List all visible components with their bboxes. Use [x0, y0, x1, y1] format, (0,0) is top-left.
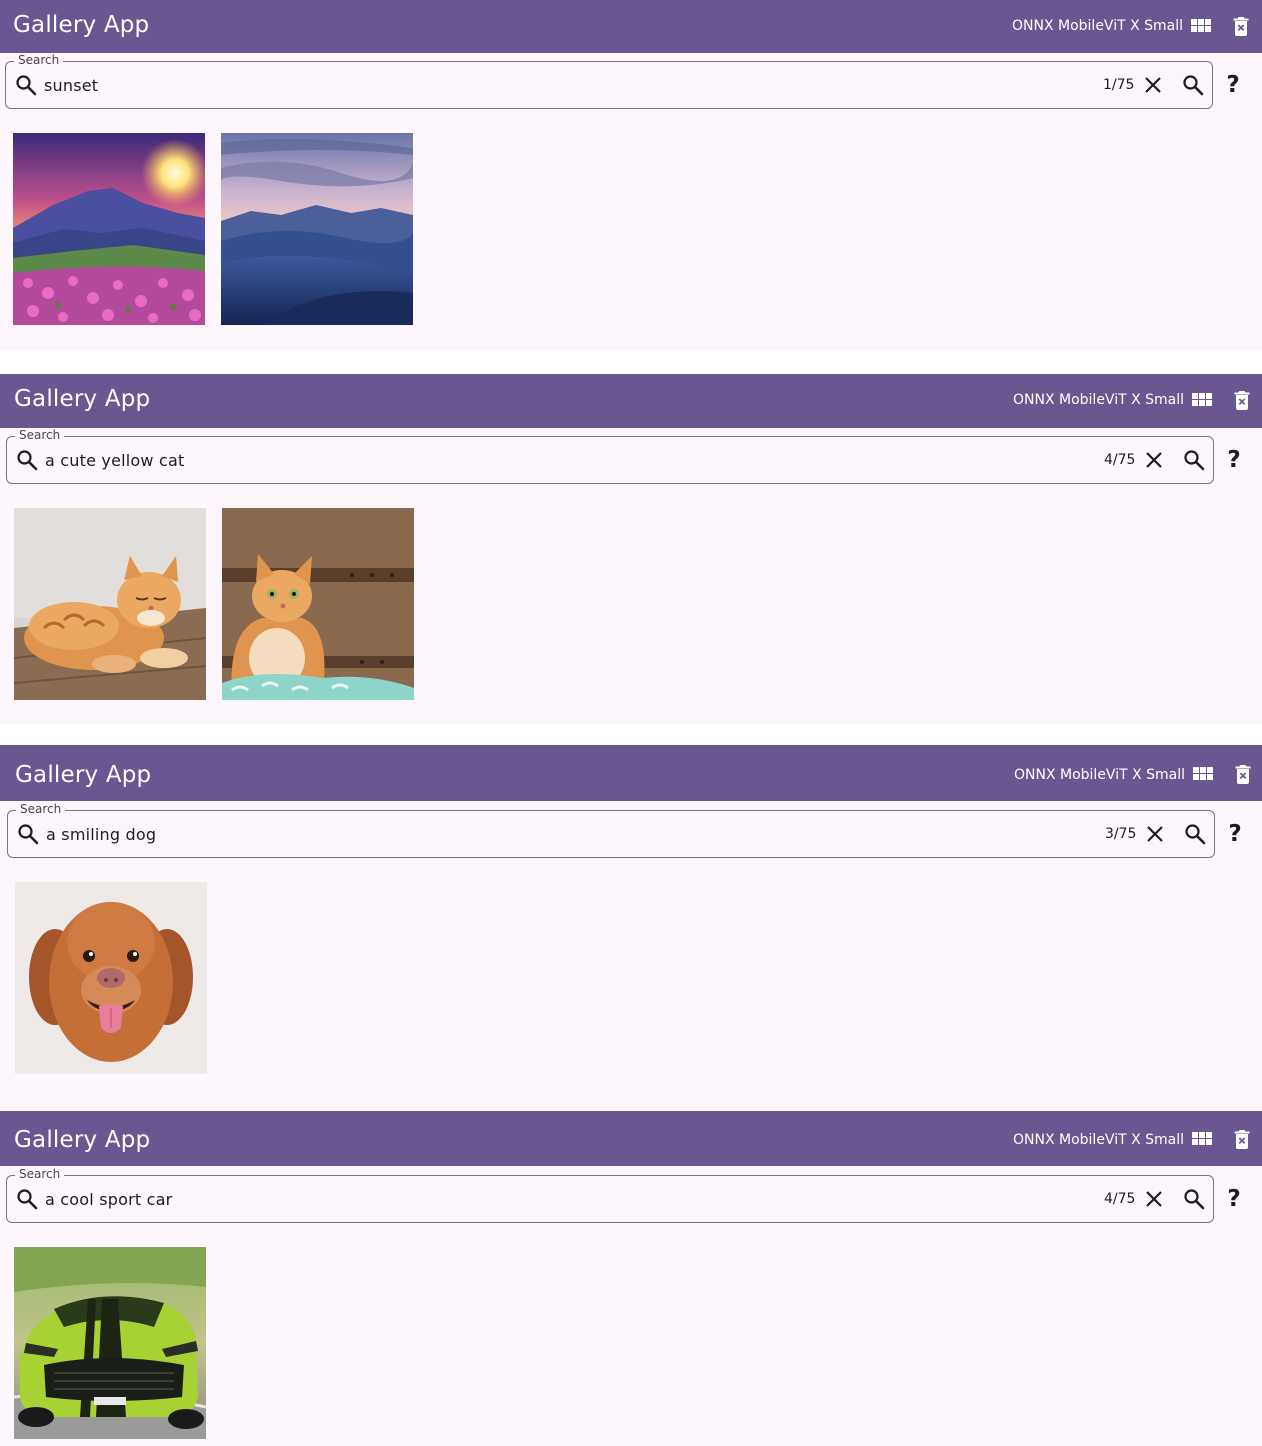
smiling-dog-image	[15, 882, 207, 1074]
result-image[interactable]	[13, 133, 205, 325]
app-title: Gallery App	[14, 386, 151, 412]
delete-icon[interactable]	[1232, 763, 1254, 785]
result-image[interactable]	[14, 508, 206, 700]
result-image[interactable]	[222, 508, 414, 700]
close-icon[interactable]	[1141, 73, 1165, 97]
app-bar: Gallery App ONNX MobileViT X Small	[0, 374, 1262, 428]
gallery-screen-2: Gallery App ONNX MobileViT X Small Searc…	[0, 374, 1262, 724]
grid-view-icon[interactable]	[1190, 15, 1212, 37]
gallery-screen-4: Gallery App ONNX MobileViT X Small Searc…	[0, 1111, 1262, 1446]
app-bar: Gallery App ONNX MobileViT X Small	[0, 0, 1262, 53]
result-image[interactable]	[15, 882, 207, 1074]
result-image[interactable]	[14, 1247, 206, 1439]
search-submit-icon[interactable]	[1181, 73, 1205, 97]
search-field[interactable]: Search a cute yellow cat 4/75	[6, 428, 1214, 484]
close-icon[interactable]	[1143, 822, 1167, 846]
grid-view-icon[interactable]	[1192, 763, 1214, 785]
search-icon	[15, 448, 39, 472]
search-submit-icon[interactable]	[1183, 822, 1207, 846]
green-sport-car-image	[14, 1247, 206, 1439]
result-counter: 4/75	[1104, 452, 1136, 468]
search-field-label: Search	[14, 53, 64, 67]
search-icon	[16, 822, 40, 846]
search-submit-icon[interactable]	[1182, 448, 1206, 472]
help-icon[interactable]: ?	[1222, 445, 1246, 475]
search-field[interactable]: Search a cool sport car 4/75	[6, 1167, 1214, 1223]
sunset-mountain-flowers-image	[13, 133, 205, 325]
result-counter: 3/75	[1105, 826, 1137, 842]
help-icon[interactable]: ?	[1221, 70, 1245, 100]
search-icon	[15, 1187, 39, 1211]
app-bar: Gallery App ONNX MobileViT X Small	[0, 1111, 1262, 1166]
close-icon[interactable]	[1142, 1187, 1166, 1211]
model-selector[interactable]: ONNX MobileViT X Small	[1012, 18, 1183, 34]
gallery-screen-3: Gallery App ONNX MobileViT X Small Searc…	[0, 745, 1262, 1109]
search-submit-icon[interactable]	[1182, 1187, 1206, 1211]
app-title: Gallery App	[15, 762, 152, 788]
orange-cat-lying-image	[14, 508, 206, 700]
desert-dunes-dusk-image	[221, 133, 413, 325]
model-selector[interactable]: ONNX MobileViT X Small	[1013, 1132, 1184, 1148]
grid-view-icon[interactable]	[1191, 389, 1213, 411]
result-image[interactable]	[221, 133, 413, 325]
app-title: Gallery App	[13, 12, 150, 38]
orange-cat-sitting-image	[222, 508, 414, 700]
result-counter: 4/75	[1104, 1191, 1136, 1207]
result-counter: 1/75	[1103, 77, 1135, 93]
search-field-label: Search	[16, 802, 66, 816]
help-icon[interactable]: ?	[1222, 1184, 1246, 1214]
app-bar: Gallery App ONNX MobileViT X Small	[0, 745, 1262, 801]
search-field[interactable]: Search a smiling dog 3/75	[7, 802, 1215, 858]
delete-icon[interactable]	[1231, 1128, 1253, 1150]
delete-icon[interactable]	[1231, 389, 1253, 411]
gallery-screen-1: Gallery App ONNX MobileViT X Small Searc…	[0, 0, 1262, 350]
model-selector[interactable]: ONNX MobileViT X Small	[1013, 392, 1184, 408]
close-icon[interactable]	[1142, 448, 1166, 472]
help-icon[interactable]: ?	[1223, 819, 1247, 849]
search-input[interactable]: a cool sport car	[45, 1190, 172, 1209]
grid-view-icon[interactable]	[1191, 1128, 1213, 1150]
search-field-label: Search	[15, 1167, 65, 1181]
search-field[interactable]: Search sunset 1/75	[5, 53, 1213, 109]
search-icon	[14, 73, 38, 97]
model-selector[interactable]: ONNX MobileViT X Small	[1014, 767, 1185, 783]
search-input[interactable]: a cute yellow cat	[45, 451, 184, 470]
app-title: Gallery App	[14, 1127, 151, 1153]
search-input[interactable]: a smiling dog	[46, 825, 156, 844]
search-field-label: Search	[15, 428, 65, 442]
search-input[interactable]: sunset	[44, 76, 98, 95]
delete-icon[interactable]	[1230, 15, 1252, 37]
